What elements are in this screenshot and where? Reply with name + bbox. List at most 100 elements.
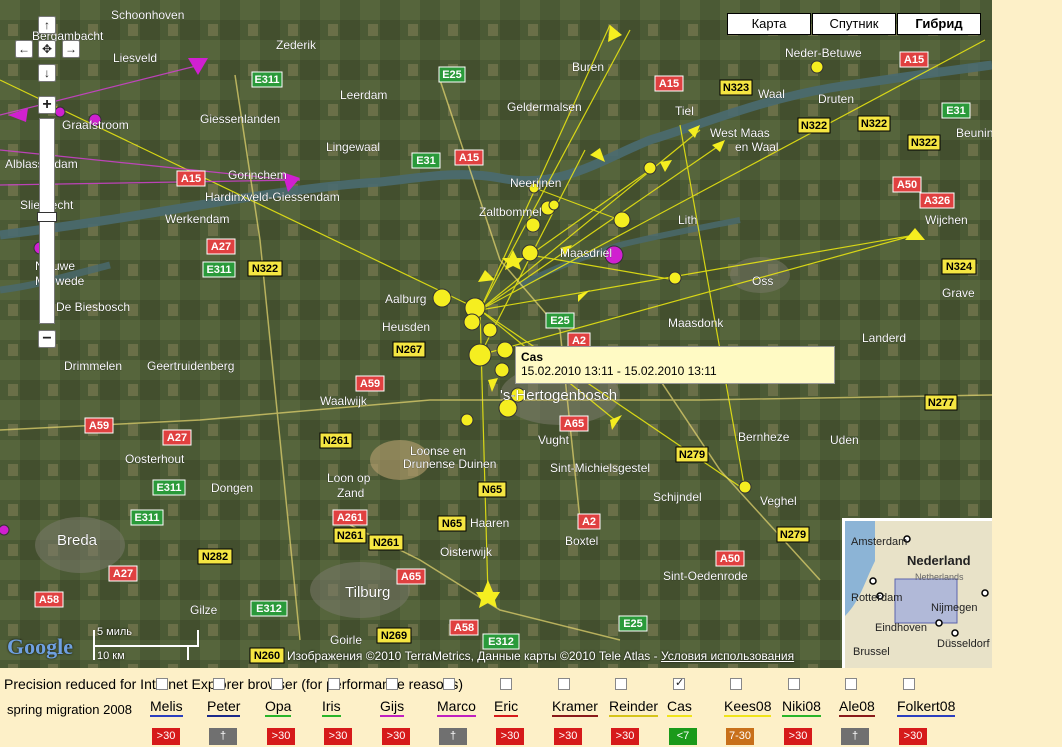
bird-name-link[interactable]: Kees08 — [724, 698, 772, 717]
place-label: De Biesbosch — [56, 300, 130, 314]
bird-checkbox[interactable] — [500, 678, 512, 690]
bird-checkbox[interactable] — [845, 678, 857, 690]
bird-name-link[interactable]: Iris — [322, 698, 341, 717]
svg-text:N322: N322 — [801, 120, 827, 132]
zoom-slider-handle[interactable] — [37, 212, 57, 222]
map-view[interactable]: Schoonhoven Bergambacht Liesveld Zederik… — [0, 0, 992, 668]
road-shield: N65 — [437, 515, 467, 532]
bird-checkbox[interactable] — [615, 678, 627, 690]
bird-name-link[interactable]: Marco — [437, 698, 476, 717]
pan-center-icon[interactable]: ✥ — [38, 40, 56, 58]
svg-text:E311: E311 — [156, 482, 181, 494]
svg-text:A15: A15 — [659, 78, 679, 90]
pan-up-icon[interactable]: ↑ — [38, 16, 56, 34]
bird-checkbox[interactable] — [213, 678, 225, 690]
road-shield: A15 — [176, 170, 206, 187]
bird-name-link[interactable]: Folkert08 — [897, 698, 956, 717]
zoom-in-icon[interactable]: + — [38, 96, 56, 114]
svg-text:N65: N65 — [482, 484, 502, 496]
road-shield: E311 — [152, 479, 186, 496]
road-shield: N322 — [247, 260, 283, 277]
bird-status-badge: † — [209, 728, 237, 745]
bird-name-link[interactable]: Niki08 — [782, 698, 821, 717]
bird-name-link[interactable]: Gijs — [380, 698, 405, 717]
place-label: Oisterwijk — [440, 545, 493, 559]
bird-status-badge: >30 — [899, 728, 927, 745]
bird-checkbox[interactable] — [386, 678, 398, 690]
info-popup: Cas 15.02.2010 13:11 - 15.02.2010 13:11 — [515, 346, 835, 384]
place-label: Lingewaal — [326, 140, 380, 154]
bird-entry-folkert08: Folkert08 >30 — [897, 676, 956, 746]
bird-name-link[interactable]: Kramer — [552, 698, 598, 717]
place-label: Gilze — [190, 603, 218, 617]
svg-text:N322: N322 — [861, 118, 887, 130]
bird-checkbox[interactable] — [788, 678, 800, 690]
road-shield: N279 — [675, 446, 709, 463]
svg-text:N260: N260 — [254, 650, 280, 662]
place-label: 's-Hertogenbosch — [500, 387, 617, 404]
pan-down-icon[interactable]: ↓ — [38, 64, 56, 82]
bird-status-badge: >30 — [324, 728, 352, 745]
bird-entry-iris: Iris >30 — [322, 676, 380, 746]
overview-label: Amsterdam — [851, 536, 907, 548]
svg-text:E311: E311 — [206, 264, 231, 276]
zoom-out-icon[interactable]: − — [38, 330, 56, 348]
svg-text:N65: N65 — [442, 518, 462, 530]
bird-checkbox[interactable] — [328, 678, 340, 690]
bird-name-link[interactable]: Peter — [207, 698, 241, 717]
bird-name-link[interactable]: Opa — [265, 698, 292, 717]
bird-entry-opa: Opa >30 — [265, 676, 323, 746]
svg-text:E25: E25 — [442, 69, 462, 81]
pan-left-icon[interactable]: ← — [15, 40, 33, 58]
road-shield: N279 — [776, 526, 810, 543]
bird-name-link[interactable]: Melis — [150, 698, 183, 717]
bird-checkbox[interactable] — [156, 678, 168, 690]
pan-right-icon[interactable]: → — [62, 40, 80, 58]
map-type-map-button[interactable]: Карта — [727, 13, 811, 35]
road-shield: N269 — [376, 627, 412, 644]
svg-text:A50: A50 — [720, 553, 740, 565]
bird-name-link[interactable]: Reinder — [609, 698, 659, 717]
place-label: Lith — [678, 213, 697, 227]
bird-checkbox[interactable] — [730, 678, 742, 690]
place-label: Graafstroom — [62, 118, 129, 132]
road-shield: N260 — [249, 647, 285, 664]
road-shield: A15 — [454, 149, 484, 166]
bird-status-badge: † — [439, 728, 467, 745]
bird-checkbox[interactable] — [673, 676, 685, 690]
road-shield: A50 — [892, 176, 922, 193]
map-type-satellite-button[interactable]: Спутник — [812, 13, 896, 35]
bird-checkbox[interactable] — [558, 678, 570, 690]
road-shield: A27 — [108, 565, 138, 582]
popup-title: Cas — [521, 350, 544, 364]
google-logo[interactable]: Google — [7, 634, 73, 660]
overview-label: Rotterdam — [851, 592, 902, 604]
bird-checkbox[interactable] — [903, 678, 915, 690]
svg-text:N322: N322 — [252, 263, 278, 275]
overview-label: Brussel — [853, 646, 890, 658]
svg-text:E31: E31 — [946, 105, 966, 117]
overview-map-graphic: Amsterdam Nederland Netherlands Rotterda… — [845, 521, 992, 668]
bird-name-link[interactable]: Eric — [494, 698, 519, 717]
svg-text:A326: A326 — [924, 195, 950, 207]
terms-link[interactable]: Условия использования — [661, 649, 794, 663]
road-shield: E311 — [202, 261, 236, 278]
bird-status-badge: >30 — [267, 728, 295, 745]
svg-text:N322: N322 — [911, 137, 937, 149]
svg-text:A59: A59 — [89, 420, 109, 432]
bird-name-link[interactable]: Ale08 — [839, 698, 875, 717]
svg-text:A50: A50 — [897, 179, 917, 191]
place-label: Giessenlanden — [200, 112, 280, 126]
bird-entry-reinder: Reinder >30 — [609, 676, 667, 746]
bird-checkbox[interactable] — [271, 678, 283, 690]
bird-checkbox[interactable] — [443, 678, 455, 690]
overview-map[interactable]: Amsterdam Nederland Netherlands Rotterda… — [842, 518, 992, 668]
bird-name-link[interactable]: Cas — [667, 698, 692, 717]
road-shield: E312 — [482, 633, 520, 650]
bird-status-badge: >30 — [152, 728, 180, 745]
road-shield: A58 — [34, 591, 64, 608]
place-label: Schijndel — [653, 490, 702, 504]
svg-text:A59: A59 — [360, 378, 380, 390]
map-type-hybrid-button[interactable]: Гибрид — [897, 13, 981, 35]
overview-label: Düsseldorf — [937, 638, 991, 650]
